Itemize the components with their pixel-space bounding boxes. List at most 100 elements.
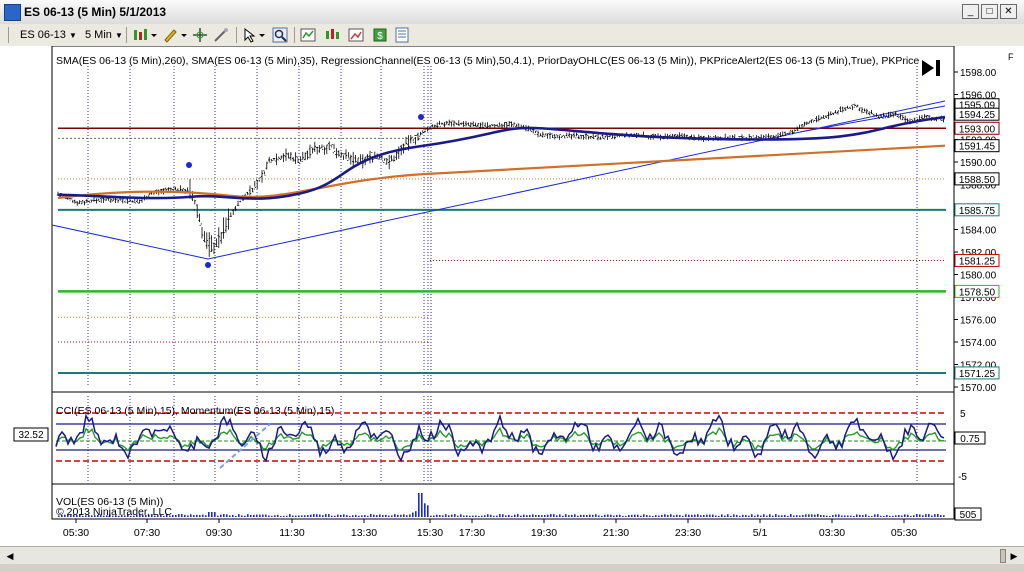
volume-bar bbox=[502, 514, 504, 517]
volume-bar bbox=[937, 514, 939, 517]
volume-bar bbox=[796, 515, 798, 517]
volume-bar bbox=[193, 515, 195, 517]
volume-bar bbox=[652, 515, 654, 517]
volume-bar bbox=[802, 514, 804, 517]
volume-bar bbox=[610, 514, 612, 517]
close-button[interactable]: ✕ bbox=[1000, 4, 1017, 19]
volume-bar bbox=[664, 514, 666, 517]
volume-bar bbox=[766, 515, 768, 517]
volume-bar bbox=[862, 515, 864, 517]
volume-bar bbox=[526, 515, 528, 517]
volume-bar bbox=[460, 514, 462, 517]
volume-bar bbox=[775, 514, 777, 517]
x-tick-label: 23:30 bbox=[675, 527, 701, 539]
volume-bar bbox=[286, 515, 288, 517]
volume-panel[interactable] bbox=[51, 483, 955, 520]
volume-bar bbox=[229, 515, 231, 517]
price-marker-label: 1591.45 bbox=[959, 142, 996, 153]
volume-bar bbox=[757, 514, 759, 517]
volume-bar bbox=[868, 515, 870, 517]
volume-bar bbox=[916, 514, 918, 517]
volume-bar bbox=[196, 514, 198, 517]
volume-bar bbox=[316, 514, 318, 517]
volume-bar bbox=[442, 515, 444, 517]
interval-selector[interactable]: 5 Min ▼ bbox=[85, 27, 123, 43]
bar-style-icon[interactable] bbox=[132, 27, 158, 43]
indicators-icon[interactable] bbox=[300, 27, 316, 43]
volume-bar bbox=[685, 514, 687, 517]
volume-bar bbox=[682, 515, 684, 517]
volume-bar bbox=[307, 515, 309, 517]
volume-bar bbox=[838, 514, 840, 517]
volume-bar bbox=[397, 514, 399, 517]
maximize-button[interactable]: □ bbox=[981, 4, 998, 19]
volume-bar bbox=[457, 515, 459, 517]
volume-bar bbox=[361, 515, 363, 517]
volume-bar bbox=[493, 515, 495, 517]
candles-icon[interactable] bbox=[324, 27, 340, 43]
price-indicator-label: SMA(ES 06-13 (5 Min),260), SMA(ES 06-13 … bbox=[56, 55, 919, 67]
volume-bar bbox=[427, 505, 429, 517]
volume-bar bbox=[205, 515, 207, 517]
volume-bar bbox=[274, 515, 276, 517]
volume-bar bbox=[532, 514, 534, 517]
volume-bar bbox=[769, 514, 771, 517]
volume-bar bbox=[544, 515, 546, 517]
volume-bar bbox=[787, 515, 789, 517]
strategies-icon[interactable]: $ bbox=[372, 27, 388, 43]
volume-bar bbox=[439, 514, 441, 517]
volume-bar bbox=[313, 514, 315, 517]
volume-bar bbox=[406, 515, 408, 517]
volume-bar bbox=[487, 514, 489, 517]
volume-bar bbox=[799, 515, 801, 517]
cci-left-value: 32.52 bbox=[18, 430, 43, 441]
volume-bar bbox=[832, 515, 834, 517]
volume-bar bbox=[463, 515, 465, 517]
volume-bar bbox=[310, 514, 312, 517]
scroll-right-icon[interactable]: ▶ bbox=[1006, 548, 1022, 564]
volume-bar bbox=[529, 515, 531, 517]
volume-bar bbox=[646, 515, 648, 517]
price-panel[interactable] bbox=[51, 45, 955, 393]
volume-bar bbox=[535, 515, 537, 517]
volume-bar bbox=[781, 515, 783, 517]
zoom-icon[interactable] bbox=[272, 27, 288, 43]
volume-bar bbox=[829, 515, 831, 517]
instrument-selector[interactable]: ES 06-13 ▼ bbox=[20, 27, 77, 43]
volume-bar bbox=[304, 515, 306, 517]
volume-bar bbox=[790, 514, 792, 517]
volume-bar bbox=[847, 515, 849, 517]
scroll-left-icon[interactable]: ◀ bbox=[2, 548, 18, 564]
volume-bar bbox=[247, 514, 249, 517]
volume-bar bbox=[319, 514, 321, 517]
volume-bar bbox=[403, 514, 405, 517]
volume-bar bbox=[691, 514, 693, 517]
volume-bar bbox=[436, 514, 438, 517]
chart-canvas[interactable]: 1598.001596.001592.001590.001588.001586.… bbox=[0, 45, 1024, 546]
volume-bar bbox=[640, 515, 642, 517]
volume-bar bbox=[328, 514, 330, 517]
data-series-icon[interactable] bbox=[348, 27, 364, 43]
x-axis: 05:30 07:30 09:30 11:30 13:30 15:30 17:30 19:30… bbox=[63, 519, 917, 539]
volume-bar bbox=[190, 514, 192, 517]
volume-bar bbox=[325, 514, 327, 517]
interval-label: 5 Min bbox=[85, 29, 112, 41]
draw-tool-icon[interactable] bbox=[162, 27, 188, 43]
volume-bar bbox=[598, 515, 600, 517]
pointer-icon[interactable] bbox=[242, 27, 268, 43]
volume-bar bbox=[586, 514, 588, 517]
volume-bar bbox=[181, 514, 183, 517]
volume-bar bbox=[574, 514, 576, 517]
volume-bar bbox=[418, 493, 420, 517]
properties-icon[interactable] bbox=[394, 27, 410, 43]
chart-area[interactable]: 1598.001596.001592.001590.001588.001586.… bbox=[0, 45, 1024, 546]
volume-bar bbox=[505, 515, 507, 517]
magic-wand-icon[interactable] bbox=[213, 27, 229, 43]
volume-bar bbox=[898, 515, 900, 517]
y-tick-label: 1584.00 bbox=[960, 226, 997, 237]
horizontal-scrollbar[interactable]: ◀ ▶ bbox=[0, 546, 1024, 565]
minimize-button[interactable]: _ bbox=[962, 4, 979, 19]
crosshair-icon[interactable] bbox=[192, 27, 208, 43]
volume-bar bbox=[553, 514, 555, 517]
volume-bar bbox=[925, 514, 927, 517]
